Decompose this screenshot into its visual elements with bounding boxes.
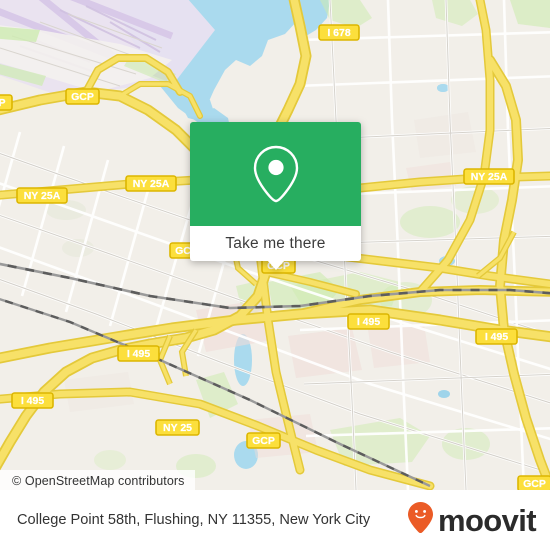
moovit-smiley-pin-icon bbox=[407, 501, 434, 539]
location-address: College Point 58th, Flushing, NY 11355, … bbox=[17, 512, 371, 528]
osm-attribution[interactable]: © OpenStreetMap contributors bbox=[0, 470, 195, 492]
popup-pin-panel bbox=[190, 122, 361, 226]
svg-text:P: P bbox=[0, 97, 6, 109]
moovit-location-card: I 678 GCP P NY 25A NY 25A NY 25A GCP GCP… bbox=[0, 0, 550, 550]
footer-bar: College Point 58th, Flushing, NY 11355, … bbox=[0, 490, 550, 550]
svg-text:NY 25A: NY 25A bbox=[24, 190, 61, 202]
popup-action-panel[interactable]: Take me there bbox=[190, 226, 361, 261]
svg-text:I 495: I 495 bbox=[357, 316, 381, 328]
svg-text:I 495: I 495 bbox=[127, 348, 151, 360]
moovit-logo[interactable]: moovit bbox=[407, 501, 550, 539]
map-pin-icon bbox=[249, 143, 303, 205]
take-me-there-label: Take me there bbox=[225, 234, 326, 252]
svg-text:NY 25A: NY 25A bbox=[471, 171, 508, 183]
svg-text:I 495: I 495 bbox=[485, 331, 509, 343]
popup-pointer-notch bbox=[266, 260, 285, 270]
svg-text:I 678: I 678 bbox=[327, 27, 351, 39]
svg-text:I 495: I 495 bbox=[21, 395, 45, 407]
svg-text:GCP: GCP bbox=[523, 478, 546, 490]
svg-text:GCP: GCP bbox=[252, 435, 275, 447]
svg-text:GCP: GCP bbox=[71, 91, 94, 103]
svg-text:NY 25A: NY 25A bbox=[133, 178, 170, 190]
svg-text:NY 25: NY 25 bbox=[163, 422, 192, 434]
moovit-wordmark: moovit bbox=[437, 502, 537, 538]
take-me-there-popup[interactable]: Take me there bbox=[190, 122, 361, 270]
osm-attribution-text: © OpenStreetMap contributors bbox=[12, 474, 185, 488]
